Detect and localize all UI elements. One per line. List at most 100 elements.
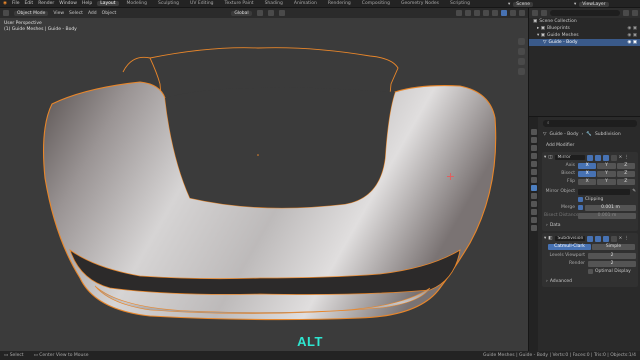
tab-geometry-nodes[interactable]: Geometry Nodes — [398, 1, 442, 6]
menu-edit[interactable]: Edit — [24, 1, 33, 6]
render-tab-icon[interactable] — [530, 137, 537, 143]
viewport-toggle-icon[interactable] — [594, 235, 601, 242]
data-tab-icon[interactable] — [530, 217, 537, 223]
menu-file[interactable]: File — [12, 1, 20, 6]
outliner-row-scene-collection[interactable]: ▣ Scene Collection — [529, 18, 640, 25]
tab-animation[interactable]: Animation — [291, 1, 320, 6]
edit-mode-toggle-icon[interactable] — [586, 154, 593, 161]
outliner-search-input[interactable] — [550, 10, 620, 16]
header-menu-object[interactable]: Object — [102, 11, 117, 16]
visibility-icon[interactable] — [456, 10, 462, 16]
optimal-display-checkbox[interactable] — [588, 269, 593, 274]
bisect-x-toggle[interactable]: X — [578, 170, 597, 177]
scene-selector[interactable]: ▾ Scene — [508, 0, 533, 8]
close-icon[interactable]: × — [619, 155, 623, 160]
scene-name[interactable]: Scene — [513, 1, 533, 7]
tab-modeling[interactable]: Modeling — [124, 1, 150, 6]
axis-z-toggle[interactable]: Z — [616, 162, 635, 169]
axis-y-toggle[interactable]: Y — [597, 162, 616, 169]
dropdown-icon[interactable] — [610, 154, 617, 161]
tab-layout[interactable]: Layout — [97, 1, 119, 6]
car-body-mesh[interactable] — [0, 18, 528, 351]
drag-handle-icon[interactable]: ⋮ — [624, 236, 629, 241]
mirror-name-field[interactable]: Mirror — [554, 155, 585, 160]
subdivision-name-field[interactable]: Subdivision — [554, 236, 585, 241]
chevron-down-icon[interactable]: ▾ — [544, 155, 546, 160]
outliner-row-guide-body[interactable]: ▽ Guide - Body ◉ ▣ — [529, 39, 640, 46]
render-toggle-icon[interactable] — [602, 235, 609, 242]
catmull-clark-toggle[interactable]: Catmull-Clark — [548, 243, 591, 250]
bisect-z-toggle[interactable]: Z — [616, 170, 635, 177]
outliner-row-blueprints[interactable]: ▸ ▣ Blueprints ◉ ▣ — [529, 25, 640, 32]
merge-distance-field[interactable]: 0.001 m — [585, 204, 636, 211]
advanced-subpanel-header[interactable]: › Advanced — [544, 278, 636, 285]
dropdown-icon[interactable] — [610, 235, 617, 242]
visibility-eye-icon[interactable]: ◉ ▣ — [627, 26, 640, 31]
modifier-tab-icon[interactable] — [530, 185, 537, 191]
mirror-object-field[interactable] — [578, 188, 631, 195]
filter-icon[interactable] — [623, 10, 629, 16]
data-subpanel-header[interactable]: › Data — [544, 222, 636, 229]
3d-viewport[interactable]: User Perspective (1) Guide Meshes | Guid… — [0, 18, 528, 351]
3d-cursor-icon[interactable] — [447, 173, 454, 180]
orientation-dropdown[interactable]: Global — [231, 10, 252, 16]
pivot-icon[interactable] — [256, 10, 263, 16]
solid-shading-icon[interactable] — [501, 10, 507, 16]
material-shading-icon[interactable] — [510, 10, 516, 16]
wireframe-shading-icon[interactable] — [492, 10, 498, 16]
visibility-eye-icon[interactable]: ◉ ▣ — [627, 40, 640, 45]
xray-icon[interactable] — [483, 10, 489, 16]
object-tab-icon[interactable] — [530, 177, 537, 183]
viewport-toggle-icon[interactable] — [594, 154, 601, 161]
display-mode-icon[interactable] — [541, 10, 547, 16]
zoom-icon[interactable] — [518, 38, 525, 45]
menu-help[interactable]: Help — [82, 1, 92, 6]
tab-uv-editing[interactable]: UV Editing — [187, 1, 216, 6]
snap-icon[interactable] — [267, 10, 274, 16]
outliner-editor-icon[interactable] — [532, 10, 538, 16]
render-levels-field[interactable]: 2 — [588, 260, 636, 267]
outliner-row-guide-meshes[interactable]: ▾ ▣ Guide Meshes ◉ ▣ — [529, 32, 640, 39]
levels-viewport-field[interactable]: 2 — [588, 252, 636, 259]
clipping-checkbox[interactable] — [578, 197, 583, 202]
physics-tab-icon[interactable] — [530, 201, 537, 207]
particles-tab-icon[interactable] — [530, 193, 537, 199]
merge-checkbox[interactable] — [578, 205, 583, 210]
menu-window[interactable]: Window — [59, 1, 77, 6]
menu-render[interactable]: Render — [38, 1, 54, 6]
properties-search-input[interactable]: ⌕ — [543, 120, 637, 127]
blender-logo-icon[interactable]: ◉ — [3, 1, 7, 6]
pan-icon[interactable] — [518, 48, 525, 55]
tab-shading[interactable]: Shading — [262, 1, 286, 6]
material-tab-icon[interactable] — [530, 225, 537, 231]
render-toggle-icon[interactable] — [602, 154, 609, 161]
tab-sculpting[interactable]: Sculpting — [155, 1, 182, 6]
bisect-y-toggle[interactable]: Y — [597, 170, 616, 177]
chevron-down-icon[interactable]: ▾ — [544, 236, 546, 241]
drag-handle-icon[interactable]: ⋮ — [624, 155, 629, 160]
header-menu-select[interactable]: Select — [69, 11, 83, 16]
axis-x-toggle[interactable]: X — [578, 162, 597, 169]
world-tab-icon[interactable] — [530, 169, 537, 175]
mode-dropdown[interactable]: Object Mode — [14, 10, 49, 16]
close-icon[interactable]: × — [619, 236, 623, 241]
visibility-eye-icon[interactable]: ◉ ▣ — [627, 33, 640, 38]
tool-tab-icon[interactable] — [530, 129, 537, 135]
flip-y-toggle[interactable]: Y — [597, 178, 616, 185]
new-collection-icon[interactable] — [632, 10, 638, 16]
bisect-distance-field[interactable]: 0.001 m — [578, 212, 636, 219]
editor-type-icon[interactable] — [3, 10, 9, 16]
view-layer-selector[interactable]: ▾ ViewLayer — [574, 0, 609, 8]
gizmo-toggle-icon[interactable] — [465, 10, 471, 16]
view-layer-name[interactable]: ViewLayer — [579, 1, 609, 7]
overlay-toggle-icon[interactable] — [474, 10, 480, 16]
constraints-tab-icon[interactable] — [530, 209, 537, 215]
flip-z-toggle[interactable]: Z — [616, 178, 635, 185]
tab-rendering[interactable]: Rendering — [325, 1, 354, 6]
simple-toggle[interactable]: Simple — [592, 243, 635, 250]
header-menu-view[interactable]: View — [53, 11, 64, 16]
tab-scripting[interactable]: Scripting — [447, 1, 473, 6]
eyedropper-icon[interactable]: ✎ — [630, 189, 636, 194]
view-layer-tab-icon[interactable] — [530, 153, 537, 159]
perspective-toggle-icon[interactable] — [518, 68, 525, 75]
